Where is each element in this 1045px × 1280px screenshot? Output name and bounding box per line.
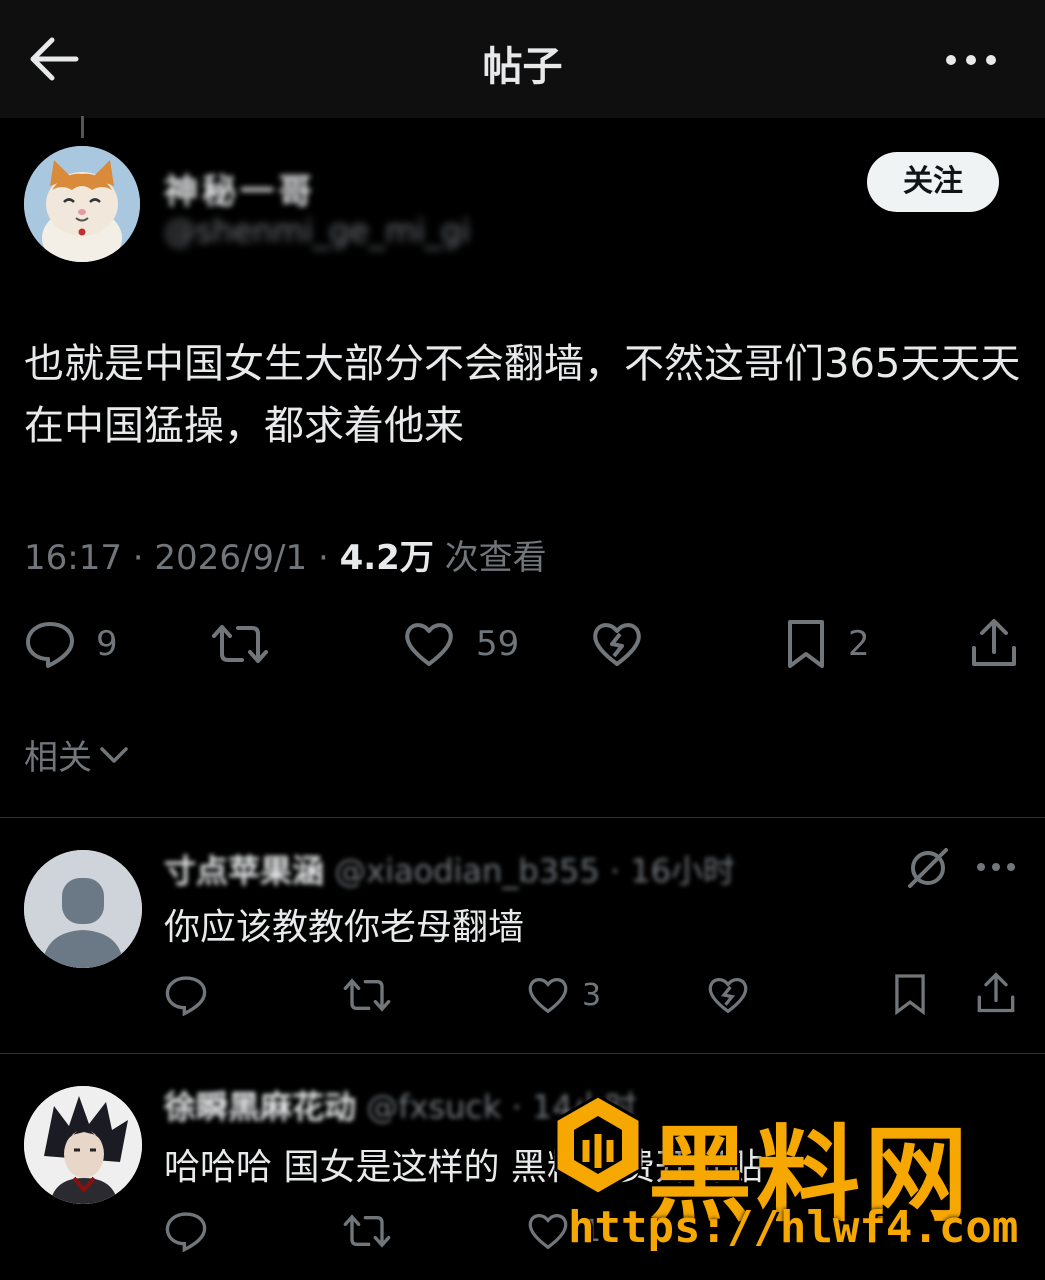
thread-connector [81, 116, 84, 138]
reply-button[interactable] [164, 974, 208, 1016]
dislike-button[interactable] [706, 974, 750, 1016]
anime-avatar-icon [24, 1086, 142, 1204]
views-count: 4.2万 [339, 538, 434, 578]
broken-heart-icon [593, 623, 641, 666]
repost-icon [343, 1214, 391, 1248]
more-horizontal-icon[interactable] [976, 860, 1016, 874]
bookmark-count: 2 [848, 624, 870, 664]
page-title: 帖子 [482, 44, 563, 90]
broken-heart-icon [708, 977, 748, 1014]
share-icon [972, 619, 1016, 666]
meta-separator: · [132, 538, 155, 578]
reply-avatar[interactable] [24, 850, 142, 968]
bookmark-button[interactable] [892, 972, 928, 1016]
related-toggle[interactable]: 相关 [24, 730, 130, 779]
reply-icon [165, 976, 207, 1016]
post-time: 16:17 [24, 538, 122, 578]
reply-text: 你应该教教你老母翻墙 [164, 907, 525, 948]
divider [0, 1053, 1045, 1054]
follow-button[interactable]: 关注 [867, 152, 999, 212]
views-label: 次查看 [444, 538, 547, 578]
more-horizontal-icon[interactable] [945, 50, 997, 70]
reply-time: 14小时 [531, 1088, 637, 1126]
post-text: 也就是中国女生大部分不会翻墙，不然这哥们365天天天在中国猛操，都求着他来 [24, 341, 1021, 449]
heart-icon [405, 623, 453, 666]
post-actions: 9 59 2 [0, 614, 1045, 674]
repost-icon [212, 625, 268, 663]
heart-icon [528, 977, 568, 1014]
post-meta: 16:17 · 2026/9/1 · 4.2万 次查看 [24, 530, 547, 579]
bookmark-button[interactable]: 2 [784, 618, 870, 670]
top-bar: 帖子 [0, 0, 1045, 118]
reply-author-handle: @fxsuck [366, 1088, 502, 1126]
bookmark-icon [788, 620, 824, 668]
author-avatar[interactable] [24, 146, 140, 262]
dislike-button[interactable] [590, 620, 644, 668]
cat-avatar-icon [24, 146, 140, 262]
watermark-url: https://hlwf4.com [568, 1202, 1019, 1253]
reply-author-handle: @xiaodian_b355 [334, 852, 600, 890]
reply-author-name: 寸点苹果涵 [164, 852, 325, 890]
like-count: 59 [476, 624, 520, 664]
share-icon [977, 972, 1015, 1013]
reply-text: 哈哈哈 国女是这样的 黑料免费开屏贴 [164, 1147, 763, 1188]
like-count: 1 [582, 1213, 602, 1249]
meta-separator: · [609, 852, 631, 890]
reply-avatar[interactable] [24, 1086, 142, 1204]
like-button[interactable]: 1 [526, 1210, 601, 1252]
reply-icon [26, 622, 74, 668]
bookmark-icon [895, 974, 925, 1016]
default-avatar-icon [24, 850, 142, 968]
chevron-down-icon [100, 746, 128, 763]
like-count: 3 [582, 977, 602, 1013]
heart-icon [528, 1213, 568, 1250]
reply-time: 16小时 [630, 852, 735, 890]
reply-count: 9 [96, 624, 118, 664]
reply-header[interactable]: 寸点苹果涵 @xiaodian_b355 · 16小时 [164, 846, 844, 892]
reply-button[interactable]: 9 [24, 620, 118, 668]
meta-separator: · [317, 538, 340, 578]
author-handle[interactable]: @shenmi_ge_mi_gi [164, 212, 470, 250]
reply-header[interactable]: 徐瞬黑麻花动 @fxsuck · 14小时 [164, 1082, 844, 1128]
repost-button[interactable] [342, 1210, 392, 1252]
repost-button[interactable] [210, 620, 290, 668]
reply-button[interactable] [164, 1210, 208, 1252]
author-name[interactable]: 神秘一哥 [164, 164, 316, 213]
reply-author-name: 徐瞬黑麻花动 [164, 1088, 357, 1126]
grok-icon[interactable] [906, 846, 952, 890]
share-button[interactable] [970, 618, 1018, 668]
meta-separator: · [511, 1088, 532, 1126]
like-button[interactable]: 3 [526, 974, 601, 1016]
like-button[interactable]: 59 [402, 620, 519, 668]
divider [0, 817, 1045, 818]
repost-button[interactable] [342, 974, 392, 1016]
reply-icon [165, 1212, 207, 1252]
share-button[interactable] [976, 972, 1016, 1014]
post-date: 2026/9/1 [154, 538, 308, 578]
related-label: 相关 [24, 738, 92, 778]
repost-icon [343, 978, 391, 1012]
